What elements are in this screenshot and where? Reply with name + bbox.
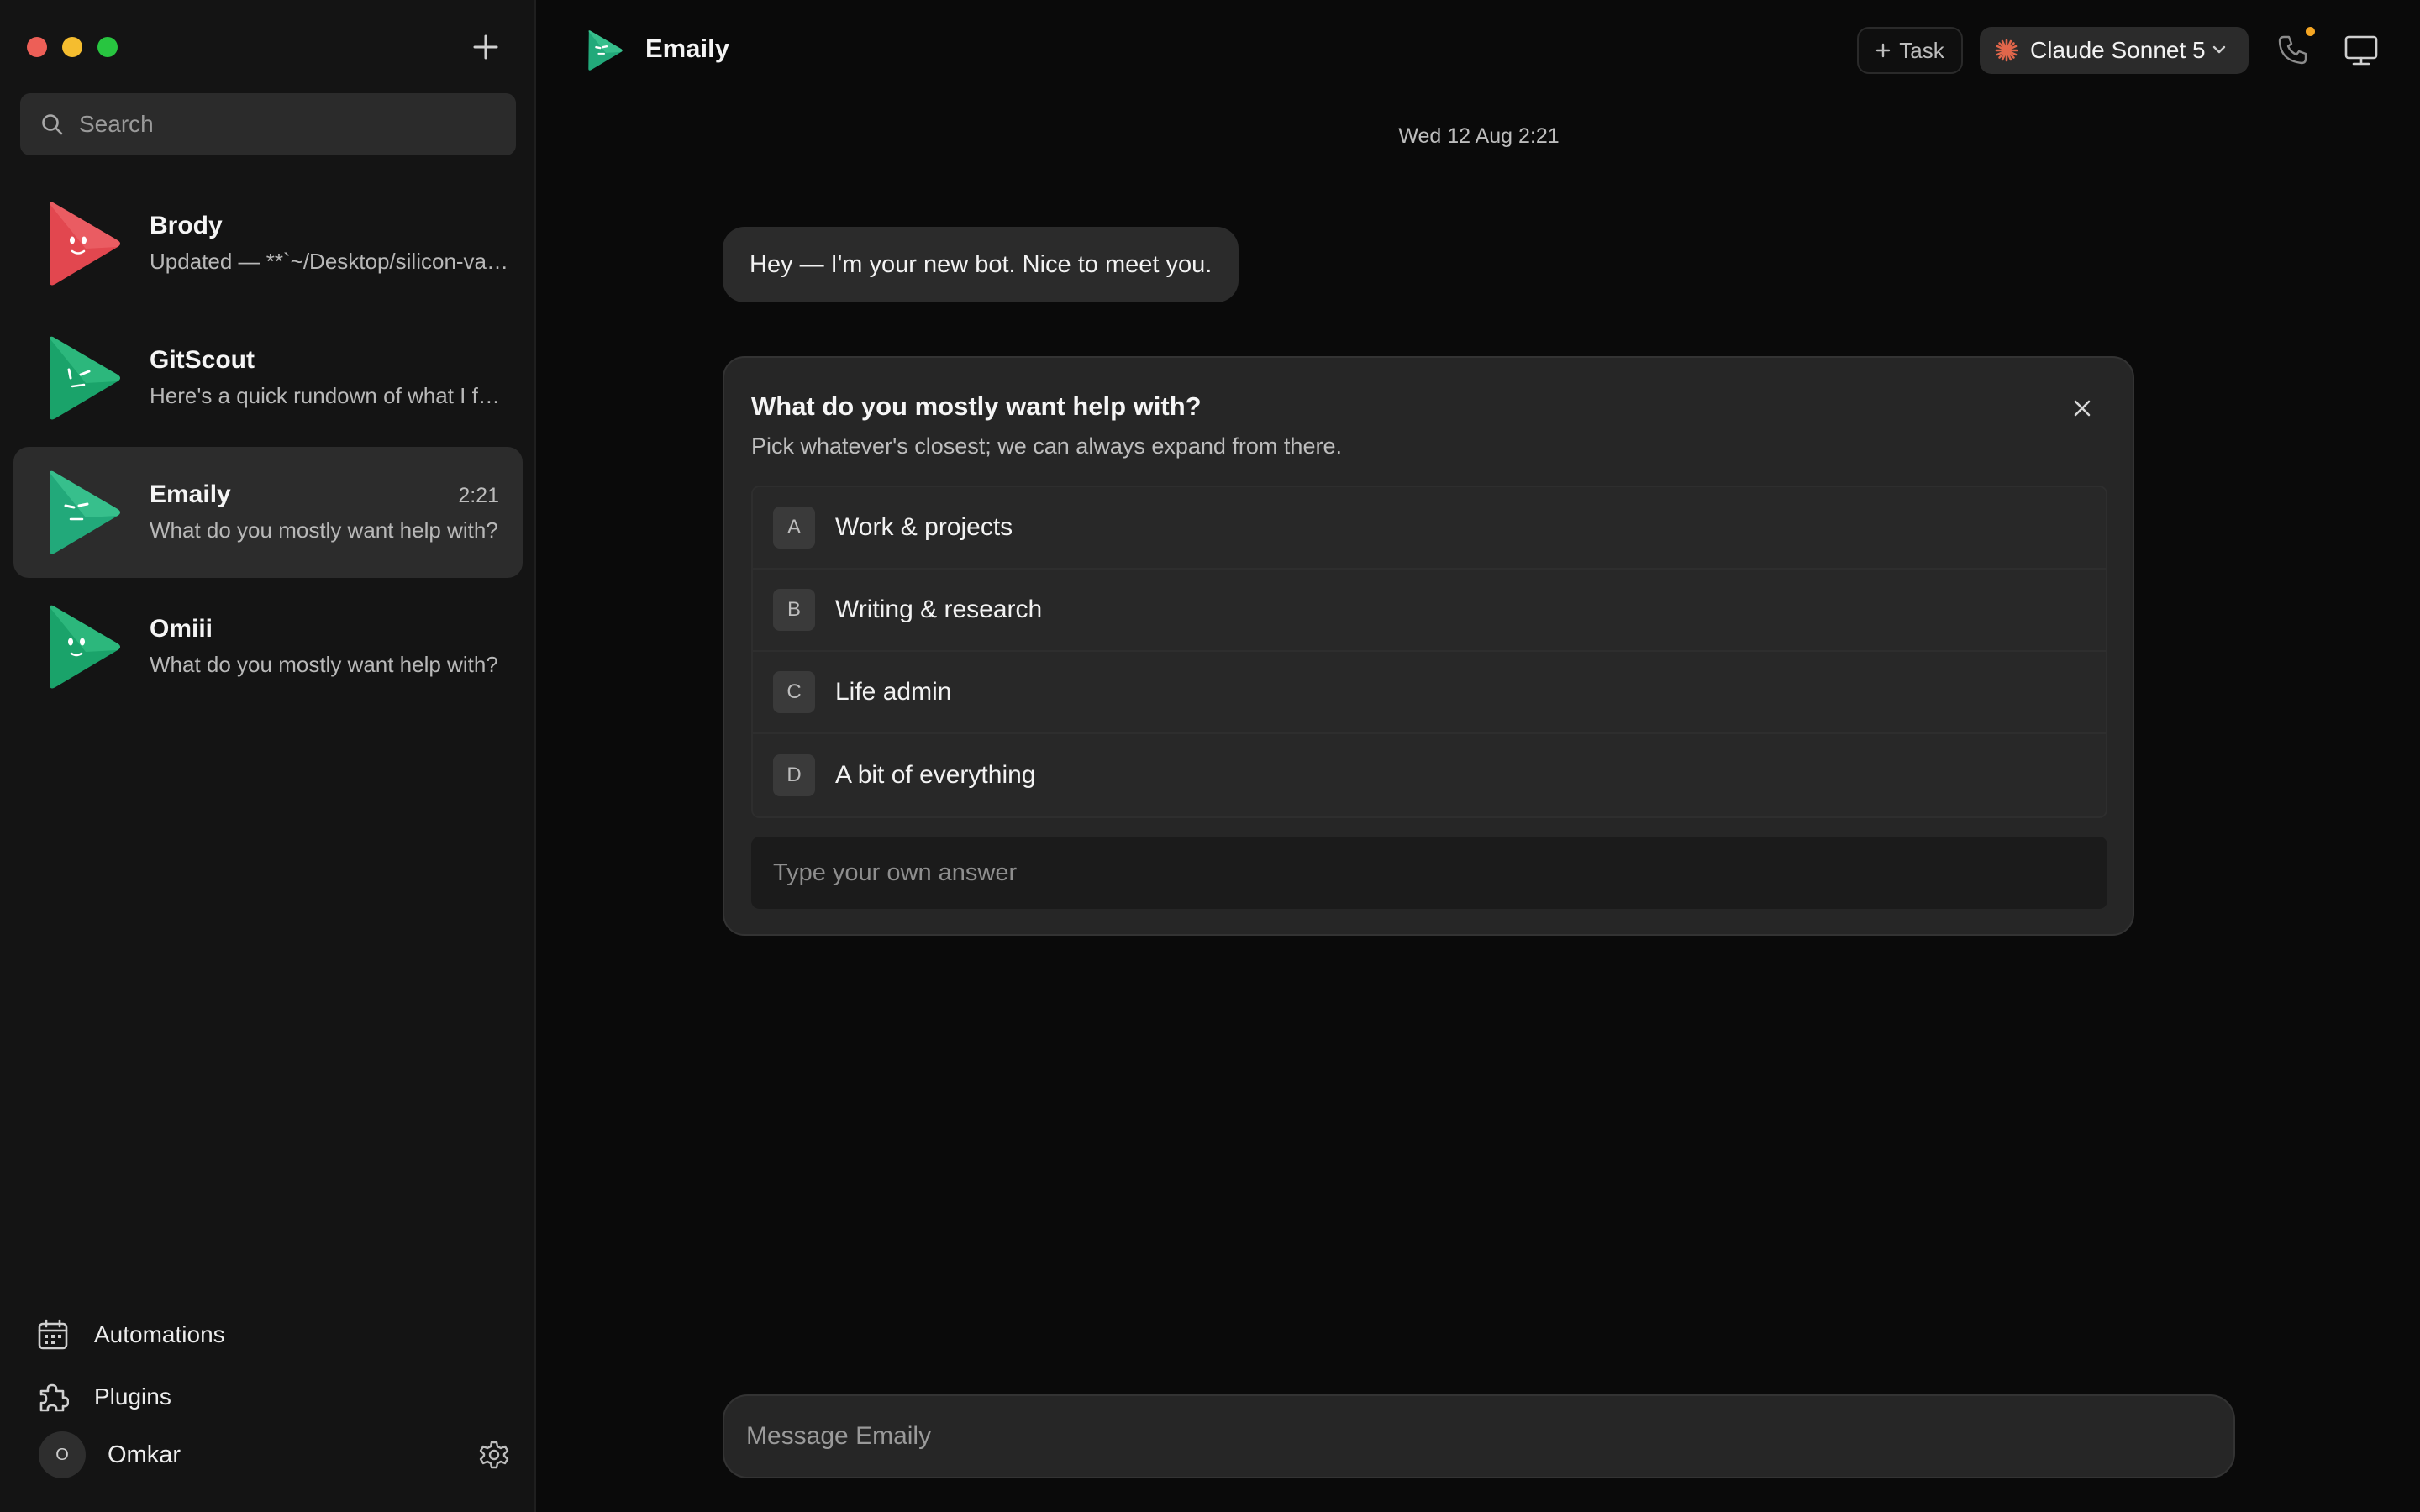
claude-spark-icon [1995, 39, 2018, 62]
chat-preview: Here's a quick rundown of what I found i… [150, 383, 511, 408]
avatar: O [39, 1431, 86, 1478]
gear-icon [479, 1441, 509, 1469]
chat-name: Emaily [150, 480, 231, 508]
option-label: A bit of everything [835, 761, 1036, 789]
new-chat-button[interactable] [467, 29, 504, 66]
screen-share-button[interactable] [2341, 32, 2381, 69]
search-box[interactable] [20, 93, 516, 155]
sidebar-item-plugins[interactable]: Plugins [37, 1366, 225, 1428]
option-label: Work & projects [835, 513, 1013, 541]
sidebar: Brody Updated — **`~/Desktop/silicon-val… [0, 0, 536, 1512]
date-stamp: Wed 12 Aug 2:21 [1398, 124, 1560, 148]
option-a[interactable]: A Work & projects [753, 487, 2106, 570]
chat-item-emaily[interactable]: Emaily 2:21 What do you mostly want help… [13, 447, 523, 578]
chevron-down-icon [2212, 45, 2226, 54]
option-label: Life admin [835, 678, 952, 706]
option-key: B [773, 589, 815, 631]
message-input[interactable] [723, 1394, 2235, 1478]
sidebar-item-label: Plugins [94, 1383, 171, 1410]
chat-item-gitscout[interactable]: GitScout Here's a quick rundown of what … [13, 312, 523, 444]
bot-avatar [44, 198, 128, 289]
option-key: D [773, 754, 815, 796]
task-label: Task [1899, 37, 1944, 63]
puzzle-icon [39, 1383, 69, 1412]
model-selector[interactable]: Claude Sonnet 5 [1980, 27, 2249, 74]
option-b[interactable]: B Writing & research [753, 570, 2106, 652]
chat-preview: Updated — **`~/Desktop/silicon-valley-si… [150, 249, 511, 274]
maximize-window-button[interactable] [97, 37, 118, 57]
chat-preview: What do you mostly want help with? [150, 652, 498, 677]
question-title: What do you mostly want help with? [751, 391, 1202, 421]
bot-avatar [585, 29, 627, 72]
option-d[interactable]: D A bit of everything [753, 734, 2106, 816]
settings-button[interactable] [479, 1440, 509, 1470]
phone-icon [2278, 35, 2307, 65]
app-window: Brody Updated — **`~/Desktop/silicon-val… [0, 0, 2420, 1512]
window-controls [27, 37, 118, 57]
close-icon [2074, 400, 2091, 417]
bot-avatar [44, 333, 128, 423]
bot-avatar [44, 601, 128, 692]
monitor-icon [2344, 35, 2378, 66]
bot-message: Hey — I'm your new bot. Nice to meet you… [723, 227, 1239, 302]
option-c[interactable]: C Life admin [753, 652, 2106, 734]
minimize-window-button[interactable] [62, 37, 82, 57]
user-name: Omkar [108, 1441, 181, 1468]
notification-dot [2306, 27, 2315, 36]
call-button[interactable] [2274, 32, 2311, 69]
chat-name: Omiii [150, 615, 213, 643]
search-input[interactable] [79, 111, 482, 138]
sidebar-item-label: Automations [94, 1321, 225, 1347]
question-card: What do you mostly want help with? Pick … [723, 356, 2134, 936]
search-icon [42, 114, 63, 135]
calendar-icon [38, 1319, 68, 1350]
model-label: Claude Sonnet 5 [2030, 37, 2206, 63]
sidebar-nav: Automations Plugins [37, 1304, 225, 1428]
own-answer-input[interactable] [751, 837, 2107, 909]
close-window-button[interactable] [27, 37, 47, 57]
sidebar-item-automations[interactable]: Automations [37, 1304, 225, 1366]
chat-item-omiii[interactable]: Omiii What do you mostly want help with? [13, 581, 523, 712]
answer-options: A Work & projects B Writing & research C… [751, 486, 2107, 818]
user-profile[interactable]: O Omkar [39, 1430, 509, 1480]
option-key: C [773, 671, 815, 713]
option-label: Writing & research [835, 596, 1043, 623]
chat-time: 2:21 [458, 484, 499, 507]
page-title: Emaily [645, 34, 729, 63]
plus-icon [473, 34, 498, 60]
question-subtitle: Pick whatever's closest; we can always e… [751, 433, 1342, 459]
plus-icon [1876, 43, 1891, 58]
chat-list: Brody Updated — **`~/Desktop/silicon-val… [13, 178, 523, 716]
option-key: A [773, 507, 815, 549]
chat-item-brody[interactable]: Brody Updated — **`~/Desktop/silicon-val… [13, 178, 523, 309]
dismiss-question-button[interactable] [2069, 395, 2096, 422]
chat-panel: Emaily Task Claude Sonnet 5 Wed 12 Aug 2… [538, 0, 2420, 1512]
chat-preview: What do you mostly want help with? [150, 517, 498, 543]
chat-name: Brody [150, 212, 223, 239]
add-task-button[interactable]: Task [1857, 27, 1963, 74]
bot-avatar [44, 467, 128, 558]
chat-name: GitScout [150, 346, 255, 374]
